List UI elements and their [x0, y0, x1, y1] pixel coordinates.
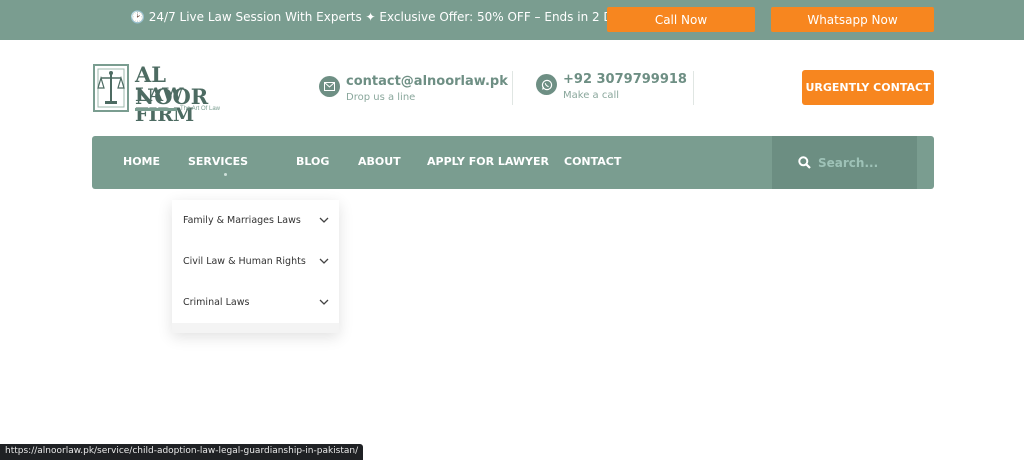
logo-name-line2: LAW FIRM — [135, 84, 195, 126]
logo-underline — [135, 108, 177, 111]
nav-blog[interactable]: BLOG — [296, 155, 329, 168]
dropdown-item-criminal[interactable]: Criminal Laws — [183, 292, 329, 312]
header-divider — [512, 71, 513, 105]
logo-tagline: The Art Of Law — [180, 106, 221, 112]
phone-subtitle: Make a call — [563, 90, 620, 101]
active-indicator — [224, 173, 227, 176]
dropdown-item-family[interactable]: Family & Marriages Laws — [183, 210, 329, 230]
announcement-bar: 🕑 24/7 Live Law Session With Experts ✦ E… — [0, 0, 1024, 40]
dropdown-item-label: Criminal Laws — [183, 296, 250, 308]
services-dropdown-menu: Family & Marriages Laws Civil Law & Huma… — [172, 200, 339, 333]
search-placeholder: Search... — [818, 155, 879, 170]
whatsapp-icon — [536, 74, 557, 95]
nav-contact[interactable]: CONTACT — [564, 155, 621, 168]
search-input[interactable]: Search... — [772, 136, 917, 189]
link-preview-statusbar: https://alnoorlaw.pk/service/child-adopt… — [0, 444, 364, 460]
header-divider — [693, 71, 694, 105]
site-logo[interactable]: AL NOOR LAW FIRM The Art Of Law — [91, 61, 241, 125]
dropdown-item-label: Family & Marriages Laws — [183, 214, 301, 226]
envelope-icon — [319, 76, 340, 97]
phone-contact[interactable]: +92 3079799918 Make a call — [536, 72, 687, 104]
dropdown-item-civil[interactable]: Civil Law & Human Rights — [183, 251, 329, 271]
scales-of-justice-icon — [93, 64, 129, 112]
dropdown-footer — [172, 323, 339, 333]
urgently-contact-button[interactable]: URGENTLY CONTACT — [802, 70, 934, 105]
chevron-down-icon[interactable] — [319, 258, 329, 264]
nav-apply-for-lawyer[interactable]: APPLY FOR LAWYER — [427, 155, 549, 168]
chevron-down-icon[interactable] — [319, 217, 329, 223]
email-address[interactable]: contact@alnoorlaw.pk — [346, 74, 508, 90]
dropdown-item-label: Civil Law & Human Rights — [183, 255, 306, 267]
main-navigation: HOME SERVICES BLOG ABOUT APPLY FOR LAWYE… — [92, 136, 934, 189]
nav-services[interactable]: SERVICES — [188, 155, 248, 168]
nav-home[interactable]: HOME — [123, 155, 160, 168]
call-now-button[interactable]: Call Now — [607, 7, 755, 32]
email-subtitle: Drop us a line — [346, 92, 416, 103]
chevron-down-icon[interactable] — [319, 299, 329, 305]
whatsapp-now-button[interactable]: Whatsapp Now — [771, 7, 934, 32]
search-icon — [798, 156, 811, 169]
promo-text: 🕑 24/7 Live Law Session With Experts ✦ E… — [130, 10, 639, 24]
phone-number[interactable]: +92 3079799918 — [563, 72, 687, 88]
email-contact[interactable]: contact@alnoorlaw.pk Drop us a line — [319, 74, 508, 106]
nav-about[interactable]: ABOUT — [358, 155, 401, 168]
